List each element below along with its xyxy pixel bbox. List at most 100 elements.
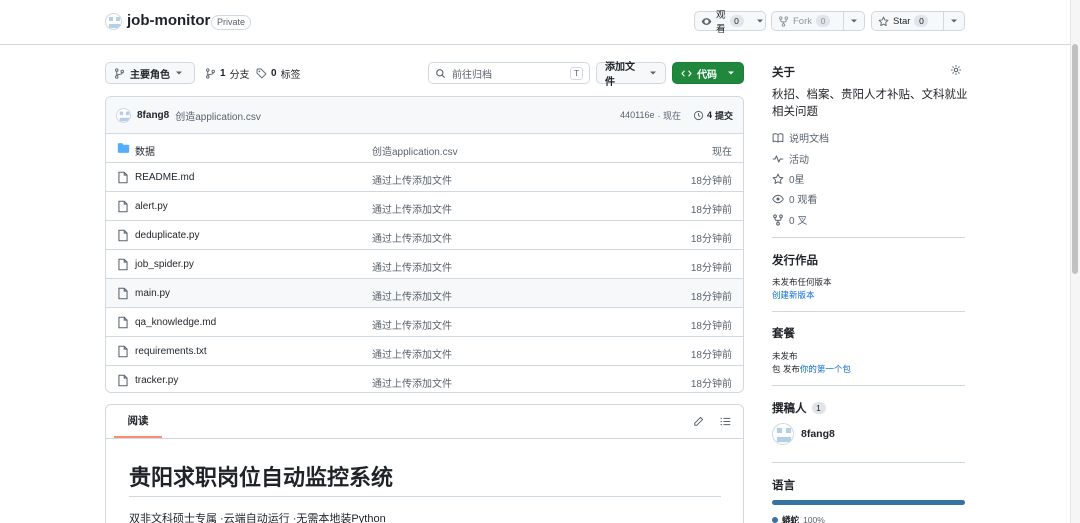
file-name[interactable]: qa_knowledge.md	[135, 317, 216, 328]
file-commit-message[interactable]: 通过上传添加文件	[372, 288, 452, 303]
stars-label: 0星	[789, 175, 805, 186]
sidebar-divider	[772, 462, 965, 463]
file-icon	[117, 258, 129, 271]
file-commit-message[interactable]: 通过上传添加文件	[372, 346, 452, 361]
file-name[interactable]: README.md	[135, 172, 194, 183]
file-commit-message[interactable]: 通过上传添加文件	[372, 201, 452, 216]
star-icon	[772, 173, 784, 185]
readme-tab[interactable]: 阅读	[114, 405, 162, 438]
readme-panel: 阅读 贵阳求职岗位自动监控系统 双非文科硕士专属 ·云端自动运行 ·无需本地装P…	[105, 404, 744, 523]
stars-link[interactable]: 0星	[772, 171, 805, 186]
fork-dropdown[interactable]	[844, 12, 864, 30]
star-dropdown[interactable]	[944, 12, 964, 30]
sidebar-divider	[772, 385, 965, 386]
commit-message[interactable]: 创造application.csv	[175, 108, 261, 123]
contributor-name: 8fang8	[801, 428, 835, 440]
file-row[interactable]: deduplicate.py 通过上传添加文件 18分钟前	[106, 221, 743, 250]
file-row[interactable]: 数据 创造application.csv 现在	[106, 134, 743, 163]
file-row[interactable]: main.py 通过上传添加文件 18分钟前	[106, 279, 743, 308]
repo-name[interactable]: job-monitor	[127, 12, 210, 29]
readme-title-rule	[129, 496, 721, 497]
language-bar	[772, 500, 965, 505]
watchers-link[interactable]: 0 观看	[772, 191, 817, 206]
file-row[interactable]: job_spider.py 通过上传添加文件 18分钟前	[106, 250, 743, 279]
fork-button[interactable]: Fork 0	[771, 11, 865, 31]
tag-icon	[256, 68, 267, 79]
file-name[interactable]: deduplicate.py	[135, 230, 200, 241]
file-time: 现在	[712, 147, 732, 158]
releases-heading[interactable]: 发行作品	[772, 252, 818, 268]
file-row[interactable]: tracker.py 通过上传添加文件 18分钟前	[106, 366, 743, 392]
go-to-file-input[interactable]: 前往归档 T	[428, 62, 590, 84]
file-time: 18分钟前	[690, 263, 732, 274]
sidebar-divider	[772, 311, 965, 312]
fork-count: 0	[816, 15, 830, 27]
outline-icon[interactable]	[720, 416, 731, 427]
file-commit-message[interactable]: 通过上传添加文件	[372, 172, 452, 187]
contributors-heading: 撰稿人	[772, 403, 807, 415]
file-name[interactable]: 数据	[135, 143, 155, 158]
file-commit-message[interactable]: 通过上传添加文件	[372, 259, 452, 274]
commit-hash[interactable]: 440116e	[620, 110, 654, 120]
file-time: 18分钟前	[690, 234, 732, 245]
language-item[interactable]: 蟒蛇 100%	[772, 514, 825, 523]
branches-link[interactable]: 1 分支	[205, 66, 250, 81]
readme-link[interactable]: 说明文档	[772, 130, 829, 145]
file-browser: 8fang8 创造application.csv 440116e · 现在 4 …	[105, 96, 744, 393]
watchers-label: 0 观看	[789, 195, 818, 206]
file-list: 数据 创造application.csv 现在 README.md 通过上传添加…	[106, 134, 743, 392]
publish-package-link[interactable]: 你的第一个包	[800, 364, 851, 374]
file-row[interactable]: requirements.txt 通过上传添加文件 18分钟前	[106, 337, 743, 366]
contributors-count: 1	[811, 402, 826, 414]
readme-divider	[106, 438, 743, 439]
gear-icon[interactable]	[950, 64, 962, 76]
create-release-link[interactable]: 创建新版本	[772, 289, 815, 301]
contributor-avatar	[772, 423, 794, 445]
page-scrollbar-thumb[interactable]	[1072, 44, 1078, 274]
activity-label: 活动	[789, 155, 809, 166]
watch-button[interactable]: 观看 0	[694, 10, 766, 35]
commits-link[interactable]: 4 提交	[693, 109, 733, 122]
commits-label: 提交	[714, 110, 733, 121]
file-row[interactable]: qa_knowledge.md 通过上传添加文件 18分钟前	[106, 308, 743, 337]
file-name[interactable]: alert.py	[135, 201, 168, 212]
search-shortcut: T	[570, 66, 583, 80]
file-commit-message[interactable]: 通过上传添加文件	[372, 230, 452, 245]
file-name[interactable]: job_spider.py	[135, 259, 194, 270]
caret-down-icon	[850, 17, 858, 25]
fork-icon	[772, 213, 784, 226]
search-icon	[435, 68, 446, 79]
activity-link[interactable]: 活动	[772, 151, 809, 166]
owner-avatar[interactable]	[105, 13, 122, 30]
forks-link[interactable]: 0 叉	[772, 212, 807, 227]
caret-down-icon	[727, 69, 735, 77]
tags-link[interactable]: 0 标签	[256, 66, 301, 81]
packages-heading[interactable]: 套餐	[772, 325, 795, 341]
contributors-header[interactable]: 撰稿人 1	[772, 400, 826, 416]
about-description: 秋招、档案、贵阳人才补贴、文科就业相关问题	[772, 89, 968, 118]
file-name[interactable]: requirements.txt	[135, 346, 207, 357]
code-button[interactable]: 代码	[672, 62, 744, 84]
file-commit-message[interactable]: 通过上传添加文件	[372, 375, 452, 390]
commit-author-avatar[interactable]	[116, 107, 131, 123]
fork-label: Fork	[793, 15, 812, 27]
file-name[interactable]: main.py	[135, 288, 170, 299]
pencil-icon[interactable]	[693, 416, 704, 427]
caret-down-icon	[950, 17, 958, 25]
file-commit-message[interactable]: 创造application.csv	[372, 143, 458, 158]
packages-publish-text: 包 发布你的第一个包	[772, 363, 851, 375]
watch-dropdown[interactable]	[750, 12, 770, 30]
file-icon	[117, 345, 129, 358]
file-name[interactable]: tracker.py	[135, 375, 178, 386]
commit-author[interactable]: 8fang8	[137, 110, 169, 121]
contributor-item[interactable]: 8fang8	[772, 423, 835, 445]
watch-label: 观看	[716, 10, 726, 35]
file-icon	[117, 200, 129, 213]
add-file-button[interactable]: 添加文件	[596, 62, 666, 88]
file-row[interactable]: alert.py 通过上传添加文件 18分钟前	[106, 192, 743, 221]
star-button[interactable]: Star 0	[871, 11, 965, 31]
branch-selector[interactable]: 主要角色	[105, 62, 195, 84]
search-placeholder: 前往归档	[452, 69, 492, 81]
file-row[interactable]: README.md 通过上传添加文件 18分钟前	[106, 163, 743, 192]
file-commit-message[interactable]: 通过上传添加文件	[372, 317, 452, 332]
